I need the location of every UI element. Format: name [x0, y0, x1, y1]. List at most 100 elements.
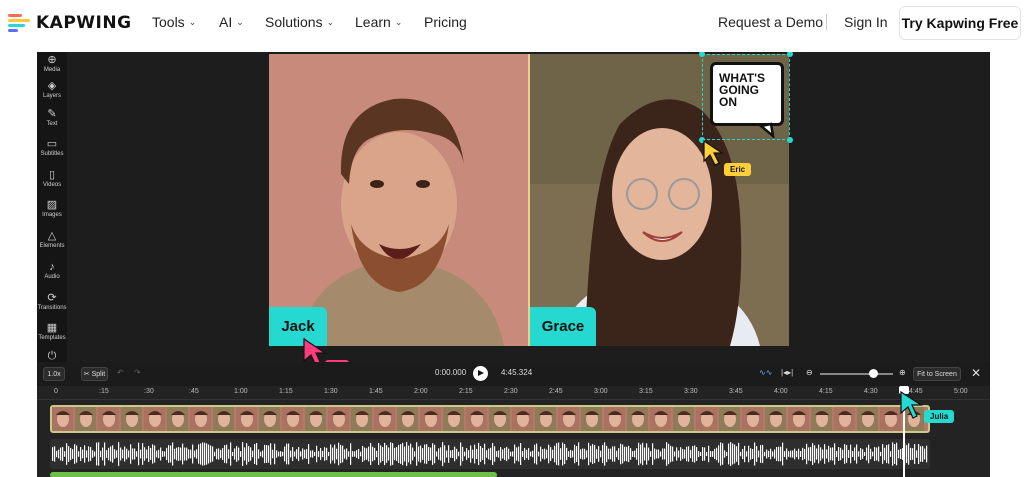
- timeline-panel: 1.0x ✂ Split ↶ ↷ 0:00.000 4:45.324 ∿∿ |◂…: [37, 362, 990, 477]
- kapwing-logo[interactable]: KAPWING: [8, 13, 132, 33]
- video-thumbnail: [535, 407, 556, 431]
- waveform-bar: [864, 451, 866, 457]
- waveform-bar: [154, 445, 156, 463]
- waveform-bar: [252, 450, 254, 458]
- sidebar-item-audio[interactable]: ♪ Audio: [37, 261, 67, 281]
- waveform-bar: [714, 448, 716, 460]
- redo-icon[interactable]: ↷: [134, 368, 141, 377]
- waveform-bar: [558, 442, 560, 466]
- audio-icon: ♪: [49, 261, 55, 273]
- video-pane-jack[interactable]: Jack: [269, 54, 528, 346]
- sidebar-item-subtitles[interactable]: ▭ Subtitles: [37, 138, 67, 158]
- waveform-bar: [624, 446, 626, 462]
- nav-solutions[interactable]: Solutions ⌄: [265, 14, 334, 30]
- waveform-bar: [98, 442, 100, 466]
- waveform-bar: [790, 450, 792, 458]
- waveform-bar: [148, 445, 150, 463]
- sign-in-link[interactable]: Sign In: [844, 14, 888, 30]
- try-free-button[interactable]: Try Kapwing Free: [899, 6, 1021, 40]
- resize-handle[interactable]: [787, 52, 793, 57]
- nav-learn[interactable]: Learn ⌄: [355, 14, 402, 30]
- waveform-bar: [224, 445, 226, 463]
- waveform-bar: [826, 449, 828, 459]
- overlay-track[interactable]: [50, 472, 497, 477]
- speed-select[interactable]: 1.0x: [43, 367, 65, 381]
- waveform-bar: [910, 447, 912, 461]
- waveform-bar: [676, 447, 678, 461]
- sidebar-item-media[interactable]: ⊕ Media: [37, 54, 67, 74]
- fit-width-icon[interactable]: |◂▸|: [781, 368, 793, 377]
- waveform-bar: [724, 450, 726, 458]
- sidebar-item-templates[interactable]: ▦ Templates: [37, 322, 67, 342]
- zoom-slider-knob[interactable]: [868, 369, 878, 378]
- waveform-bar: [234, 448, 236, 460]
- waveform-bar: [190, 449, 192, 459]
- video-thumbnail: [52, 407, 73, 431]
- video-thumbnail: [420, 407, 441, 431]
- images-icon: ▨: [46, 199, 58, 211]
- waveform-bar: [850, 444, 852, 464]
- close-icon[interactable]: ✕: [971, 366, 981, 380]
- waveform-bar: [478, 442, 480, 466]
- speech-bubble-sticker[interactable]: WHAT'S GOING ON: [707, 58, 789, 138]
- waveform-bar: [110, 446, 112, 462]
- waveform-bar: [590, 445, 592, 463]
- waveform-bar: [70, 447, 72, 461]
- waveform-bar: [630, 448, 632, 460]
- fit-to-screen-button[interactable]: Fit to Screen: [913, 367, 961, 381]
- video-thumbnail: [121, 407, 142, 431]
- sidebar-item-images[interactable]: ▨ Images: [37, 199, 67, 219]
- waveform-bar: [648, 447, 650, 461]
- waveform-bar: [302, 448, 304, 460]
- video-thumbnail: [834, 407, 855, 431]
- name-tag-grace[interactable]: Grace: [530, 307, 596, 346]
- waveform-bar: [114, 449, 116, 459]
- waveform-bar: [634, 450, 636, 458]
- waveform-bar: [498, 450, 500, 458]
- nav-ai[interactable]: AI ⌄: [219, 14, 244, 30]
- waveform-bar: [420, 445, 422, 463]
- waveform-bar: [918, 444, 920, 464]
- waveform-bar: [610, 448, 612, 460]
- waveform-bar: [250, 447, 252, 461]
- split-button[interactable]: ✂ Split: [81, 367, 108, 381]
- undo-icon[interactable]: ↶: [117, 368, 124, 377]
- time-ruler[interactable]: 0:15:30:45 1:00 1:15 1:30 1:45 2:00 2:15 2:30 2:…: [37, 386, 990, 400]
- waveform-bar: [86, 450, 88, 458]
- zoom-slider[interactable]: [820, 369, 893, 378]
- waveform-bar: [816, 448, 818, 460]
- zoom-out-icon[interactable]: ⊖: [806, 368, 813, 377]
- waveform-bar: [598, 446, 600, 462]
- waveform-bar: [52, 447, 54, 461]
- waveform-bar: [220, 449, 222, 459]
- sidebar-item-transitions[interactable]: ⟳ Transitions: [37, 292, 67, 312]
- zoom-in-icon[interactable]: ⊕: [899, 368, 906, 377]
- waveform-bar: [650, 451, 652, 457]
- ruler-tick-label: 3:00: [594, 388, 608, 395]
- audio-track[interactable]: [50, 439, 930, 469]
- waveform-bar: [682, 448, 684, 460]
- sidebar-item-elements[interactable]: △ Elements: [37, 230, 67, 250]
- waveform-bar: [500, 447, 502, 461]
- waveform-bar: [588, 442, 590, 466]
- play-button[interactable]: [473, 366, 488, 381]
- sidebar-item-text[interactable]: ✎ Text: [37, 108, 67, 128]
- waveform-bar: [246, 443, 248, 465]
- video-canvas[interactable]: Jack Grace WHAT'S GOING ON Eric: [269, 52, 793, 347]
- waveform-bar: [536, 443, 538, 465]
- sidebar-item-layers[interactable]: ◈ Layers: [37, 80, 67, 100]
- sidebar-item-label: Media: [43, 67, 61, 73]
- waveform-bar: [468, 450, 470, 458]
- brand-name: KAPWING: [36, 13, 132, 33]
- sidebar-item-videos[interactable]: ▯ Videos: [37, 169, 67, 189]
- tool-sidebar: ⊕ Media ◈ Layers ✎ Text ▭ Subtitles ▯ Videos …: [37, 52, 67, 362]
- waveform-icon[interactable]: ∿∿: [759, 368, 772, 377]
- sidebar-item-plugins[interactable]: ⏻: [37, 350, 67, 362]
- request-demo-link[interactable]: Request a Demo: [718, 14, 823, 30]
- waveform-bar: [666, 442, 668, 466]
- nav-tools[interactable]: Tools ⌄: [152, 14, 196, 30]
- nav-pricing-label: Pricing: [424, 14, 467, 30]
- nav-pricing[interactable]: Pricing: [424, 14, 467, 30]
- waveform-bar: [840, 447, 842, 461]
- video-track[interactable]: [50, 405, 930, 433]
